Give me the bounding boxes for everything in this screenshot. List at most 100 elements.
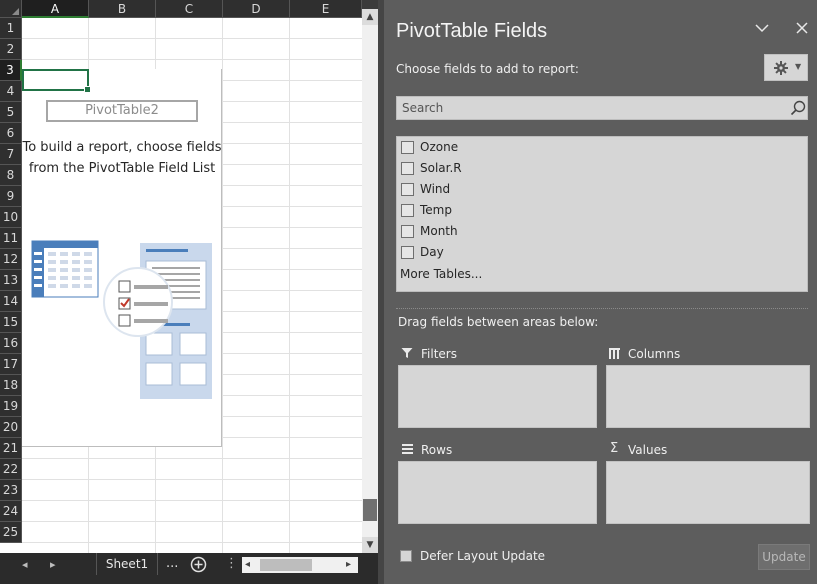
field-item-solar-r[interactable]: Solar.R (401, 158, 701, 179)
field-label-ozone: Ozone (420, 140, 459, 154)
field-checkbox-solar-r[interactable] (401, 162, 414, 175)
scroll-down-arrow-icon[interactable]: ▼ (362, 537, 378, 553)
pivottable-name-box: PivotTable2 (46, 100, 198, 122)
grid-row-line (22, 521, 362, 522)
horizontal-scrollbar[interactable]: ◂ ▸ (242, 557, 358, 573)
row-header-3[interactable]: 3 (0, 60, 22, 81)
rows-icon (402, 444, 413, 454)
row-header-14[interactable]: 14 (0, 291, 22, 312)
row-header-17[interactable]: 17 (0, 354, 22, 375)
pivottable-instructions: To build a report, choose fields from th… (22, 137, 222, 179)
field-checkbox-day[interactable] (401, 246, 414, 259)
filters-drop-area[interactable] (398, 365, 597, 428)
more-tables-link[interactable]: More Tables... (400, 267, 482, 281)
field-item-ozone[interactable]: Ozone (401, 137, 701, 158)
row-header-23[interactable]: 23 (0, 480, 22, 501)
row-header-1[interactable]: 1 (0, 18, 22, 39)
select-all-corner[interactable] (0, 0, 22, 18)
vertical-scroll-thumb[interactable] (363, 499, 377, 521)
values-sigma-icon: Σ (610, 441, 619, 456)
field-label-solar-r: Solar.R (420, 161, 462, 175)
row-header-8[interactable]: 8 (0, 165, 22, 186)
grid-row-line (22, 542, 362, 543)
field-item-month[interactable]: Month (401, 221, 701, 242)
field-checkbox-ozone[interactable] (401, 141, 414, 154)
field-checkbox-temp[interactable] (401, 204, 414, 217)
row-header-25[interactable]: 25 (0, 522, 22, 543)
sheet-tab-bar: ◂ ▸ Sheet1 ... ⋮ ◂ ▸ (0, 553, 378, 584)
values-drop-area[interactable] (606, 461, 810, 524)
gear-icon (774, 61, 788, 75)
row-header-24[interactable]: 24 (0, 501, 22, 522)
row-header-15[interactable]: 15 (0, 312, 22, 333)
row-header-10[interactable]: 10 (0, 207, 22, 228)
field-checkbox-wind[interactable] (401, 183, 414, 196)
grid-row-line (22, 500, 362, 501)
vertical-scrollbar[interactable]: ▲ ▼ (362, 9, 378, 553)
sheet-tab-sheet1[interactable]: Sheet1 (96, 553, 158, 575)
field-search-box[interactable] (396, 96, 808, 120)
hscroll-left-arrow-icon[interactable]: ◂ (245, 559, 250, 570)
row-header-11[interactable]: 11 (0, 228, 22, 249)
row-header-20[interactable]: 20 (0, 417, 22, 438)
rows-area-label: Rows (421, 443, 453, 457)
close-icon[interactable] (794, 20, 810, 36)
add-sheet-icon[interactable] (190, 556, 207, 573)
field-label-month: Month (420, 224, 458, 238)
grid-column-line (222, 18, 223, 553)
hscroll-right-arrow-icon[interactable]: ▸ (346, 559, 351, 570)
row-header-4[interactable]: 4 (0, 81, 22, 102)
field-item-wind[interactable]: Wind (401, 179, 701, 200)
choose-fields-label: Choose fields to add to report: (396, 62, 579, 76)
rows-drop-area[interactable] (398, 461, 597, 524)
section-divider (396, 308, 808, 309)
tools-button[interactable]: ▼ (764, 54, 808, 81)
grid-row-line (22, 59, 362, 60)
field-label-temp: Temp (420, 203, 452, 217)
search-icon[interactable] (790, 100, 806, 116)
vertical-scroll-track[interactable] (362, 25, 378, 537)
row-header-2[interactable]: 2 (0, 39, 22, 60)
active-cell-a3[interactable] (22, 69, 91, 93)
grid-column-line (289, 18, 290, 553)
pivottable-fields-pane: PivotTable Fields Choose fields to add t… (378, 0, 817, 584)
field-item-temp[interactable]: Temp (401, 200, 701, 221)
row-header-21[interactable]: 21 (0, 438, 22, 459)
grid-row-line (22, 479, 362, 480)
scroll-up-arrow-icon[interactable]: ▲ (362, 9, 378, 25)
row-header-19[interactable]: 19 (0, 396, 22, 417)
worksheet-grid[interactable]: A B C D E 1 2 3 4 5 6 7 8 9 10 11 12 13 14 15 16 17 18 19 2… (0, 0, 362, 553)
row-header-16[interactable]: 16 (0, 333, 22, 354)
update-button[interactable]: Update (758, 544, 810, 570)
tab-split-handle-icon[interactable]: ⋮ (225, 556, 238, 571)
defer-layout-checkbox[interactable] (400, 550, 412, 562)
more-sheets-ellipsis[interactable]: ... (166, 556, 178, 571)
columns-drop-area[interactable] (606, 365, 810, 428)
row-header-13[interactable]: 13 (0, 270, 22, 291)
column-header-a[interactable]: A (22, 0, 89, 18)
columns-icon (609, 348, 620, 359)
pivottable-instructions-line1: To build a report, choose fields (22, 140, 222, 155)
row-header-22[interactable]: 22 (0, 459, 22, 480)
row-header-6[interactable]: 6 (0, 123, 22, 144)
pivottable-illustration-icon (31, 240, 212, 399)
field-checkbox-month[interactable] (401, 225, 414, 238)
row-header-7[interactable]: 7 (0, 144, 22, 165)
column-header-e[interactable]: E (290, 0, 362, 18)
horizontal-scroll-thumb[interactable] (260, 559, 312, 571)
row-header-18[interactable]: 18 (0, 375, 22, 396)
column-header-d[interactable]: D (223, 0, 290, 18)
field-item-day[interactable]: Day (401, 242, 701, 263)
scroll-left-icon[interactable]: ◂ (22, 558, 28, 571)
row-header-9[interactable]: 9 (0, 186, 22, 207)
filters-area-label: Filters (421, 347, 457, 361)
scroll-right-icon[interactable]: ▸ (50, 558, 56, 571)
column-header-b[interactable]: B (89, 0, 156, 18)
defer-layout-label: Defer Layout Update (420, 549, 546, 563)
row-header-12[interactable]: 12 (0, 249, 22, 270)
column-header-c[interactable]: C (156, 0, 223, 18)
pivottable-placeholder[interactable]: PivotTable2 To build a report, choose fi… (22, 69, 222, 447)
search-input[interactable] (402, 97, 782, 119)
row-header-5[interactable]: 5 (0, 102, 22, 123)
chevron-down-icon[interactable] (754, 20, 770, 36)
